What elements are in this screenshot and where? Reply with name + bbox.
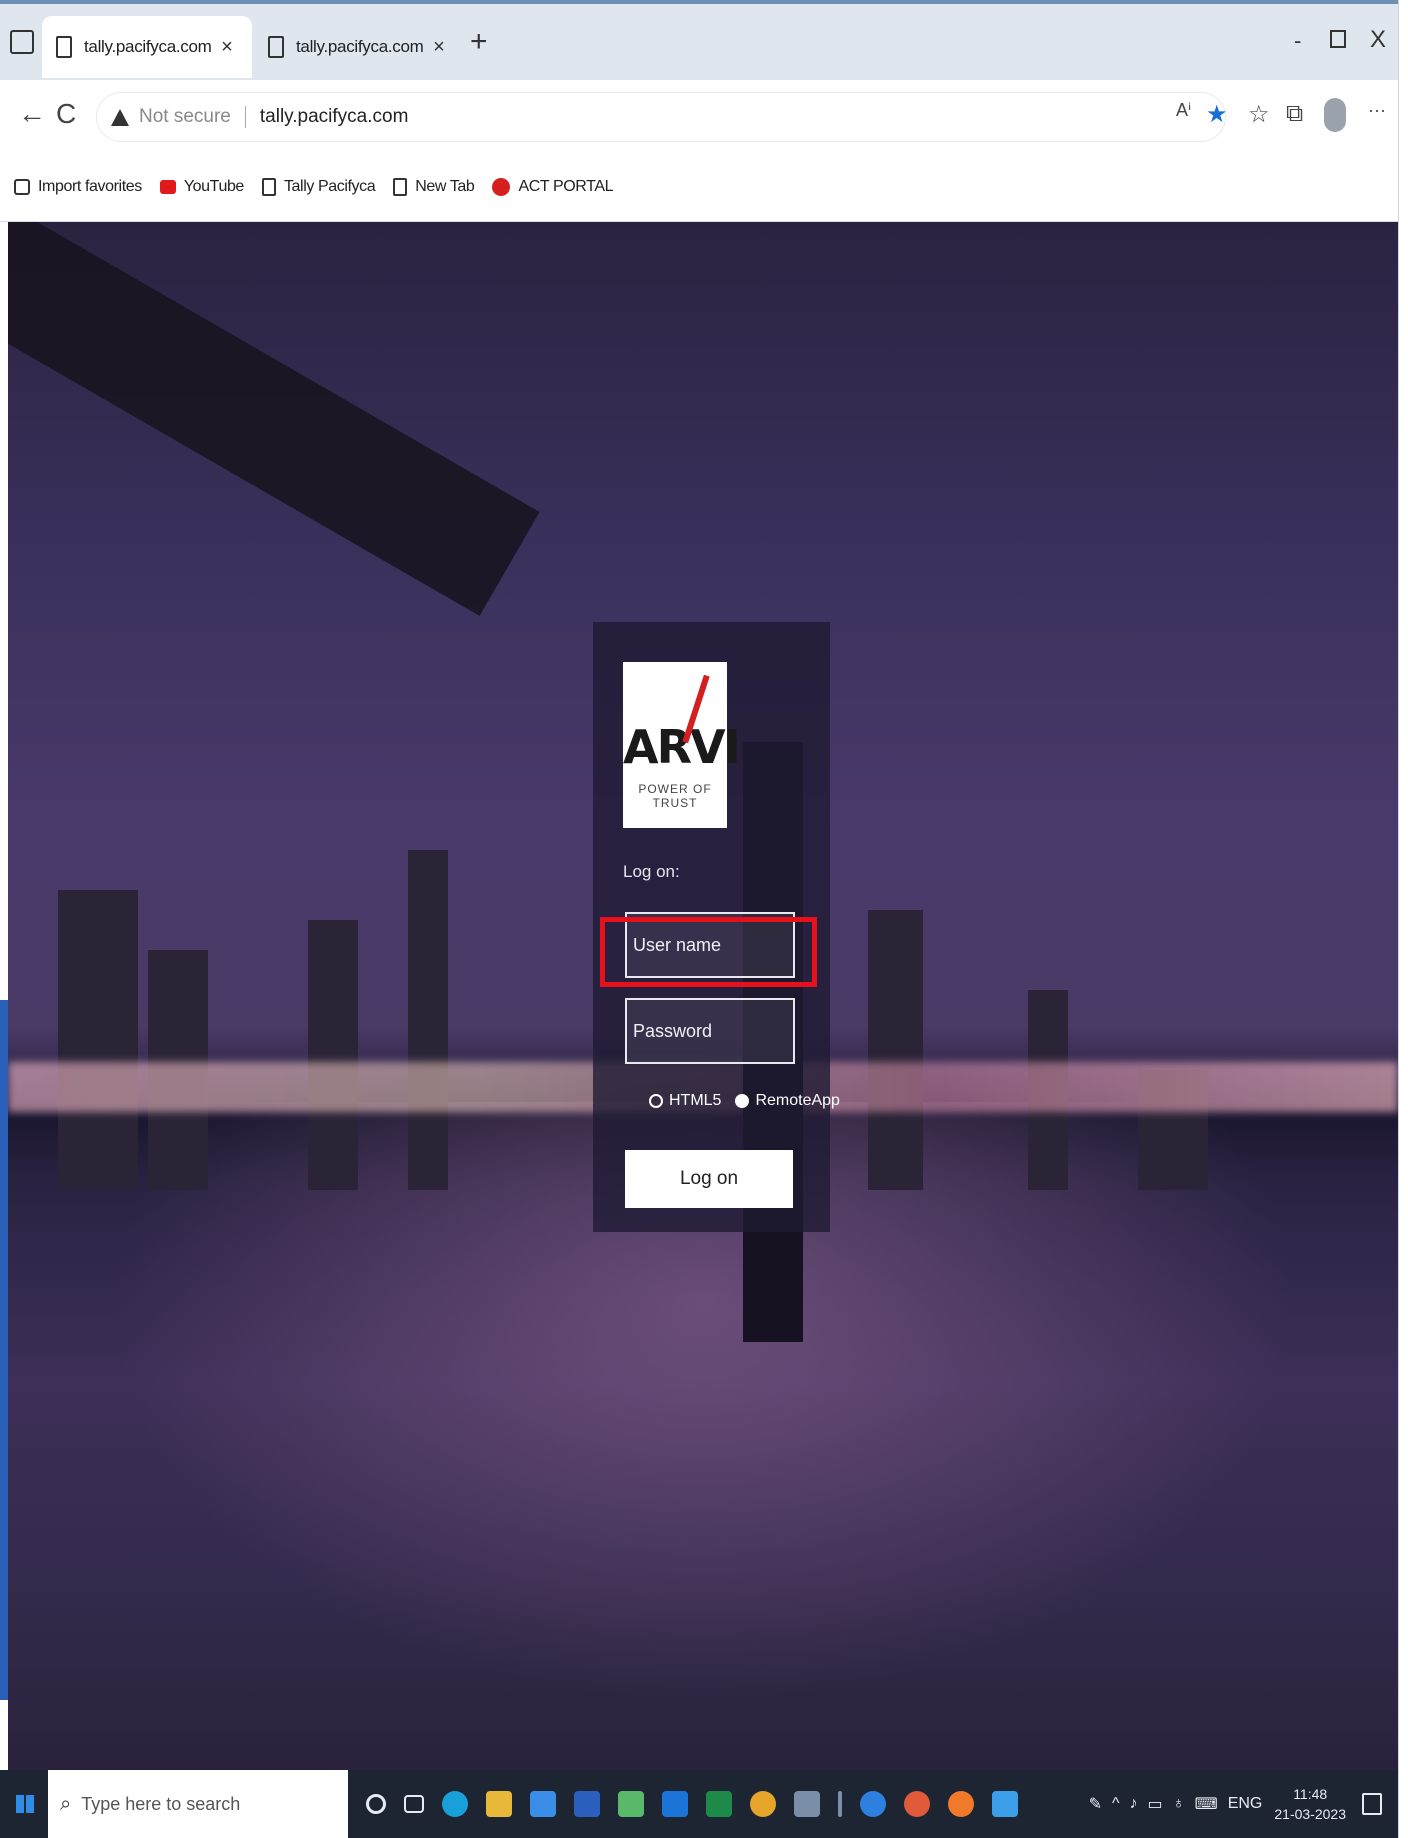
security-indicator[interactable]: Not secure [139, 106, 231, 128]
bookmark-act-portal[interactable]: ACT PORTAL [492, 177, 614, 196]
divider [244, 106, 246, 128]
favorites-bar: Import favorites YouTube Tally Pacifyca … [0, 152, 1398, 222]
bookmark-label: Import favorites [38, 177, 142, 195]
window-edge [0, 1000, 8, 1700]
close-tab-icon[interactable]: × [428, 36, 450, 59]
tab-actions-icon[interactable] [10, 30, 34, 54]
skyline-building [308, 920, 358, 1190]
refresh-button[interactable]: C [56, 98, 76, 130]
teamviewer-icon[interactable] [860, 1791, 886, 1817]
firefox-icon[interactable] [948, 1791, 974, 1817]
clock[interactable]: 11:48 21-03-2023 [1274, 1784, 1346, 1824]
remoteapp-label[interactable]: RemoteApp [755, 1092, 840, 1110]
bookmark-youtube[interactable]: YouTube [159, 177, 244, 196]
tab-label: tally.pacifyca.com [296, 37, 424, 56]
word-icon[interactable] [574, 1791, 600, 1817]
password-field[interactable] [625, 998, 795, 1064]
browser-window: tally.pacifyca.com × tally.pacifyca.com … [0, 0, 1408, 1838]
bookmark-label: New Tab [415, 177, 475, 195]
log-on-button[interactable]: Log on [625, 1150, 793, 1208]
skyline-building [58, 890, 138, 1190]
skyline-building [408, 850, 448, 1190]
maximize-button[interactable] [1330, 30, 1346, 48]
chevron-up-icon[interactable]: ^ [1112, 1795, 1120, 1813]
bookmark-label: YouTube [183, 177, 244, 195]
app-icon-2[interactable] [794, 1791, 820, 1817]
youtube-icon [159, 179, 176, 194]
url-text[interactable]: tally.pacifyca.com [260, 106, 409, 128]
back-button[interactable]: ← [18, 98, 46, 130]
edge-icon[interactable] [442, 1791, 468, 1817]
bookmark-label: ACT PORTAL [518, 177, 614, 195]
remoteapp-radio[interactable] [735, 1094, 750, 1108]
html5-radio[interactable] [649, 1094, 663, 1108]
chrome-icon[interactable] [750, 1791, 776, 1817]
connection-mode-options: HTML5 RemoteApp [649, 1092, 854, 1110]
photos-icon[interactable] [992, 1791, 1018, 1817]
more-icon[interactable]: ··· [1368, 100, 1386, 121]
tab-2[interactable]: tally.pacifyca.com × [254, 16, 464, 78]
arvi-logo: ARVI POWER OF TRUST [623, 662, 741, 828]
logo-text: ARVI [623, 720, 741, 774]
volume-icon[interactable]: ♪ [1129, 1795, 1137, 1813]
start-button[interactable] [16, 1795, 34, 1813]
task-view-icon[interactable] [404, 1795, 424, 1813]
close-tab-icon[interactable]: × [216, 36, 238, 59]
bookmark-import-favorites[interactable]: Import favorites [14, 178, 142, 196]
html5-label[interactable]: HTML5 [669, 1092, 721, 1110]
act-portal-icon [492, 177, 511, 196]
import-icon [14, 178, 30, 195]
app-icon[interactable] [618, 1791, 644, 1817]
search-placeholder: Type here to search [81, 1793, 241, 1814]
mail-icon[interactable] [662, 1791, 688, 1817]
excel-icon[interactable] [706, 1791, 732, 1817]
search-icon: ⌕ [60, 1792, 72, 1815]
bookmark-tally-pacifyca[interactable]: Tally Pacifyca [261, 177, 376, 196]
skyline-building [868, 910, 923, 1190]
taskbar-search[interactable]: ⌕ Type here to search [48, 1770, 348, 1838]
keyboard-icon[interactable]: ⌨ [1195, 1794, 1218, 1814]
log-on-label: Log on: [623, 862, 680, 881]
page-icon [56, 36, 72, 58]
favorites-icon[interactable]: ☆ [1248, 100, 1270, 129]
tray-app-icon[interactable]: ♁ [1173, 1795, 1185, 1813]
bridge-deck [8, 222, 540, 616]
page-background: ARVI POWER OF TRUST Log on: HTML5 Remote… [8, 222, 1398, 1770]
cortana-icon[interactable] [366, 1794, 386, 1814]
address-bar[interactable]: Not secure tally.pacifyca.com [96, 92, 1226, 142]
notification-icon[interactable] [1362, 1793, 1382, 1815]
logo-tagline: POWER OF TRUST [638, 782, 712, 810]
chrome-icon-2[interactable] [904, 1791, 930, 1817]
language-indicator[interactable]: ENG [1228, 1795, 1263, 1813]
close-window-button[interactable]: X [1370, 26, 1386, 54]
profile-icon[interactable] [1324, 98, 1346, 132]
tab-strip: tally.pacifyca.com × tally.pacifyca.com … [0, 0, 1398, 80]
warning-icon [111, 108, 129, 126]
pen-icon[interactable]: ✎ [1089, 1794, 1102, 1814]
file-explorer-icon[interactable] [486, 1791, 512, 1817]
system-tray: ✎ ^ ♪ ▭ ♁ ⌨ ENG 11:48 21-03-2023 [1079, 1770, 1382, 1838]
favorite-star-icon[interactable]: ★ [1206, 100, 1228, 129]
minimize-button[interactable]: - [1294, 28, 1301, 54]
bookmark-new-tab[interactable]: New Tab [393, 177, 475, 196]
navigation-bar: ← C Not secure tally.pacifyca.com Aⁱ ★ ☆… [0, 80, 1398, 152]
clock-time: 11:48 [1293, 1786, 1328, 1802]
page-icon [261, 177, 276, 196]
new-tab-button[interactable]: + [470, 27, 488, 57]
clock-date: 21-03-2023 [1274, 1806, 1346, 1822]
taskbar: ⌕ Type here to search ✎ ^ ♪ ▭ ♁ ⌨ ENG 11… [0, 1770, 1398, 1838]
scrollbar[interactable] [1398, 0, 1408, 1838]
separator [838, 1791, 842, 1817]
network-icon[interactable]: ▭ [1147, 1794, 1162, 1814]
collections-icon[interactable]: ⧉ [1286, 100, 1303, 128]
bookmark-label: Tally Pacifyca [283, 177, 376, 195]
highlight-box [600, 917, 817, 987]
tab-1[interactable]: tally.pacifyca.com × [42, 16, 252, 78]
tab-label: tally.pacifyca.com [84, 37, 212, 56]
calendar-icon[interactable] [530, 1791, 556, 1817]
page-icon [268, 36, 284, 58]
page-icon [393, 177, 408, 196]
read-aloud-icon[interactable]: Aⁱ [1176, 100, 1191, 121]
